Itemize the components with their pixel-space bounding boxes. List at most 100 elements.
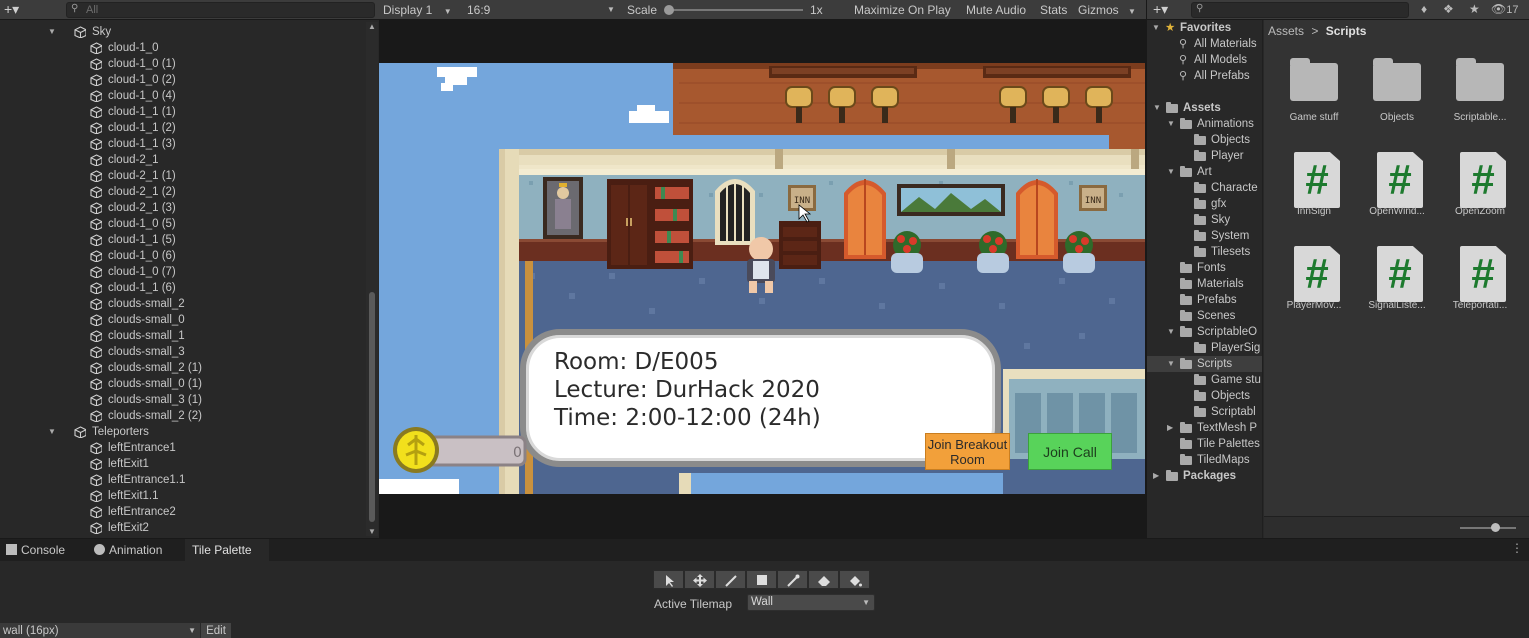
hierarchy-item[interactable]: cloud-1_1 (3): [0, 136, 366, 152]
breadcrumb-scripts[interactable]: Scripts: [1326, 24, 1367, 38]
chevron-down-icon[interactable]: ▼: [48, 424, 56, 440]
folder-textmesh-p[interactable]: ▶ TextMesh P: [1147, 420, 1262, 436]
filter-by-type-icon[interactable]: ♦: [1421, 2, 1427, 16]
asset-objects[interactable]: Objects: [1355, 50, 1439, 130]
hierarchy-item[interactable]: cloud-1_1 (6): [0, 280, 366, 296]
folder-tile-palettes[interactable]: Tile Palettes: [1147, 436, 1262, 452]
folder-packages[interactable]: ▶ Packages: [1147, 468, 1262, 484]
hierarchy-item[interactable]: leftEntrance2: [0, 504, 366, 520]
join-call-button[interactable]: Join Call: [1028, 433, 1112, 470]
hidden-packages-icon[interactable]: 👁17: [1491, 2, 1518, 16]
chevron-down-icon[interactable]: ▼: [48, 24, 56, 40]
hierarchy-item[interactable]: leftExit1: [0, 456, 366, 472]
maximize-on-play-toggle[interactable]: Maximize On Play: [854, 0, 951, 20]
hierarchy-item[interactable]: cloud-1_0 (1): [0, 56, 366, 72]
hierarchy-search-input[interactable]: ⚲ All: [66, 2, 375, 18]
hierarchy-item[interactable]: cloud-2_1: [0, 152, 366, 168]
hierarchy-item[interactable]: cloud-1_0 (7): [0, 264, 366, 280]
folder-player[interactable]: Player: [1147, 148, 1262, 164]
folder-scripts[interactable]: ▼ Scripts: [1147, 356, 1262, 372]
palette-edit-button[interactable]: Edit: [201, 623, 231, 638]
game-viewport[interactable]: INN INN Room: D/E005 Lecture: DurHack 20…: [379, 63, 1145, 494]
folder-playersig[interactable]: PlayerSig: [1147, 340, 1262, 356]
chevron-down-icon[interactable]: ▼: [1167, 116, 1175, 132]
tab-animation[interactable]: Animation: [94, 539, 184, 561]
folder-objects[interactable]: Objects: [1147, 132, 1262, 148]
asset-openwind[interactable]: # OpenWind...: [1355, 144, 1439, 224]
box-fill-tool-button[interactable]: [746, 570, 777, 589]
hierarchy-add-button[interactable]: +▾: [4, 2, 32, 18]
hierarchy-item[interactable]: clouds-small_3: [0, 344, 366, 360]
hierarchy-item[interactable]: cloud-1_0 (6): [0, 248, 366, 264]
hierarchy-item[interactable]: clouds-small_2 (2): [0, 408, 366, 424]
active-tilemap-dropdown[interactable]: Wall ▼: [747, 594, 875, 611]
erase-tool-button[interactable]: [808, 570, 839, 589]
select-tool-button[interactable]: [653, 570, 684, 589]
scale-slider-knob[interactable]: [664, 5, 674, 15]
palette-dropdown[interactable]: wall (16px) ▼: [0, 623, 200, 638]
asset-game-stuff[interactable]: Game stuff: [1272, 50, 1356, 130]
hierarchy-item[interactable]: clouds-small_2: [0, 296, 366, 312]
favorites-item-all-models[interactable]: ⚲ All Models: [1147, 52, 1262, 68]
folder-scenes[interactable]: Scenes: [1147, 308, 1262, 324]
flood-fill-tool-button[interactable]: [839, 570, 870, 589]
project-search-input[interactable]: ⚲: [1191, 2, 1409, 18]
scroll-up-arrow-icon[interactable]: ▲: [368, 22, 376, 31]
asset-playermov[interactable]: # PlayerMov...: [1272, 238, 1356, 318]
hierarchy-item[interactable]: cloud-1_0 (5): [0, 216, 366, 232]
asset-teleportati[interactable]: # Teleportati...: [1438, 238, 1522, 318]
chevron-down-icon[interactable]: ▼: [1167, 356, 1175, 372]
hierarchy-item[interactable]: clouds-small_2 (1): [0, 360, 366, 376]
folder-objects[interactable]: Objects: [1147, 388, 1262, 404]
hierarchy-item[interactable]: cloud-2_1 (3): [0, 200, 366, 216]
chevron-down-icon[interactable]: ▼: [1167, 164, 1175, 180]
folder-system[interactable]: System: [1147, 228, 1262, 244]
stats-toggle[interactable]: Stats: [1040, 0, 1067, 20]
icon-size-slider-knob[interactable]: [1491, 523, 1500, 532]
folder-game-stu[interactable]: Game stu: [1147, 372, 1262, 388]
hierarchy-item[interactable]: leftEntrance1: [0, 440, 366, 456]
folder-assets[interactable]: ▼ Assets: [1147, 100, 1262, 116]
folder-animations[interactable]: ▼ Animations: [1147, 116, 1262, 132]
hierarchy-item[interactable]: cloud-1_0: [0, 40, 366, 56]
move-tool-button[interactable]: [684, 570, 715, 589]
chevron-down-icon[interactable]: ▼: [1167, 324, 1175, 340]
favorite-star-icon[interactable]: ★: [1469, 2, 1480, 16]
hierarchy-item[interactable]: clouds-small_0 (1): [0, 376, 366, 392]
hierarchy-item[interactable]: cloud-1_1 (1): [0, 104, 366, 120]
tab-tile-palette[interactable]: Tile Palette: [185, 539, 269, 561]
hierarchy-item[interactable]: ▼ Sky: [0, 24, 366, 40]
favorites-item-all-prefabs[interactable]: ⚲ All Prefabs: [1147, 68, 1262, 84]
hierarchy-item[interactable]: cloud-2_1 (2): [0, 184, 366, 200]
hierarchy-item[interactable]: leftExit2: [0, 520, 366, 536]
hierarchy-item[interactable]: cloud-1_1 (5): [0, 232, 366, 248]
hierarchy-item[interactable]: cloud-1_0 (2): [0, 72, 366, 88]
hierarchy-item[interactable]: leftExit1.1: [0, 488, 366, 504]
breadcrumb-assets[interactable]: Assets: [1268, 24, 1304, 38]
hierarchy-item[interactable]: clouds-small_0: [0, 312, 366, 328]
asset-openzoom[interactable]: # OpenZoom: [1438, 144, 1522, 224]
project-add-button[interactable]: +▾: [1153, 1, 1168, 18]
chevron-right-icon[interactable]: ▶: [1167, 420, 1173, 436]
hierarchy-item[interactable]: cloud-2_1 (1): [0, 168, 366, 184]
folder-sky[interactable]: Sky: [1147, 212, 1262, 228]
paint-tool-button[interactable]: [715, 570, 746, 589]
chevron-right-icon[interactable]: ▶: [1153, 468, 1159, 484]
join-breakout-room-button[interactable]: Join Breakout Room: [925, 433, 1010, 470]
hierarchy-scrollbar[interactable]: ▲ ▼: [366, 22, 378, 536]
aspect-dropdown[interactable]: 16:9 ▼: [467, 0, 617, 20]
icon-size-slider-track[interactable]: [1460, 527, 1516, 529]
asset-signalliste[interactable]: # SignalListe...: [1355, 238, 1439, 318]
gizmos-toggle[interactable]: Gizmos ▼: [1078, 0, 1136, 20]
folder-tiledmaps[interactable]: TiledMaps: [1147, 452, 1262, 468]
hierarchy-item[interactable]: leftEntrance1.1: [0, 472, 366, 488]
scale-slider-track[interactable]: [669, 9, 803, 11]
folder-prefabs[interactable]: Prefabs: [1147, 292, 1262, 308]
hierarchy-item[interactable]: cloud-1_0 (4): [0, 88, 366, 104]
chevron-down-icon[interactable]: ▼: [1153, 100, 1161, 116]
favorites-item-all-materials[interactable]: ⚲ All Materials: [1147, 36, 1262, 52]
hierarchy-scrollbar-thumb[interactable]: [369, 292, 375, 522]
filter-by-label-icon[interactable]: ❖: [1443, 2, 1454, 16]
folder-scriptabl[interactable]: Scriptabl: [1147, 404, 1262, 420]
folder-fonts[interactable]: Fonts: [1147, 260, 1262, 276]
